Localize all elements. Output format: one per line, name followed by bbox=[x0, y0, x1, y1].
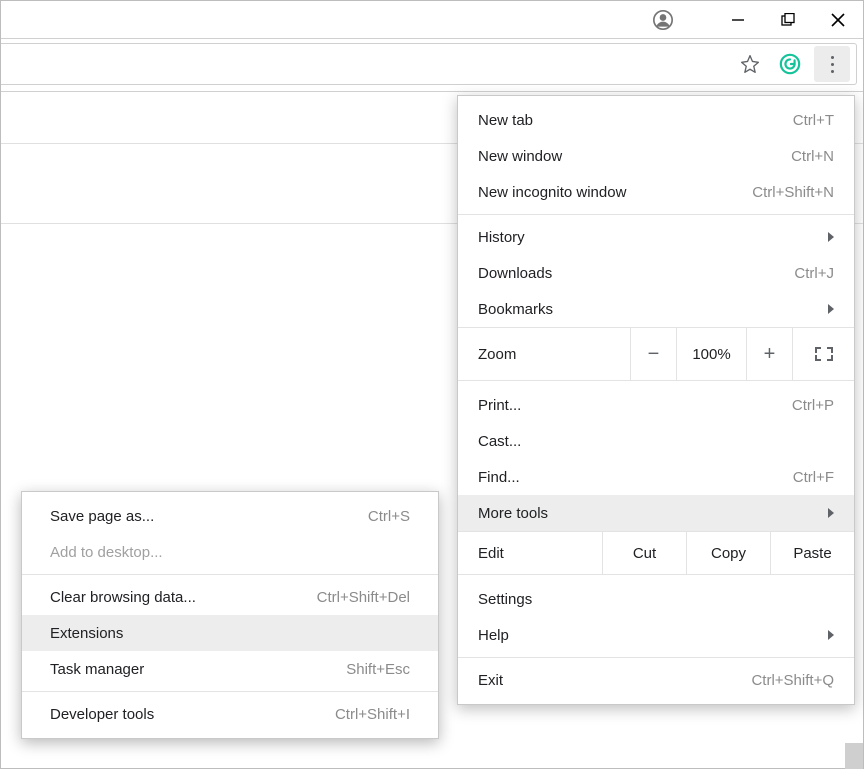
menu-item-shortcut: Ctrl+F bbox=[793, 469, 834, 486]
menu-item-shortcut: Shift+Esc bbox=[346, 661, 410, 678]
menu-item-shortcut: Ctrl+Shift+Del bbox=[317, 589, 410, 606]
menu-item-label: Cast... bbox=[478, 433, 834, 450]
submenu-arrow-icon bbox=[828, 630, 834, 640]
minimize-button[interactable] bbox=[713, 1, 763, 39]
menu-separator bbox=[458, 214, 854, 215]
grammarly-extension-icon[interactable] bbox=[772, 46, 808, 82]
menu-item-label: Add to desktop... bbox=[50, 544, 410, 561]
menu-item-shortcut: Ctrl+T bbox=[793, 112, 834, 129]
menu-item-shortcut: Ctrl+Shift+Q bbox=[751, 672, 834, 689]
menu-item-settings[interactable]: Settings bbox=[458, 581, 854, 617]
omnibox-row bbox=[1, 43, 857, 85]
menu-item-label: More tools bbox=[478, 505, 818, 522]
scrollbar-thumb[interactable] bbox=[845, 743, 863, 769]
menu-item-label: Save page as... bbox=[50, 508, 368, 525]
menu-item-label: Settings bbox=[478, 591, 834, 608]
menu-item-new-incognito[interactable]: New incognito window Ctrl+Shift+N bbox=[458, 174, 854, 210]
menu-item-label: Find... bbox=[478, 469, 793, 486]
menu-item-label: Exit bbox=[478, 672, 751, 689]
menu-item-bookmarks[interactable]: Bookmarks bbox=[458, 291, 854, 327]
submenu-arrow-icon bbox=[828, 508, 834, 518]
maximize-button[interactable] bbox=[763, 1, 813, 39]
menu-item-shortcut: Ctrl+Shift+N bbox=[752, 184, 834, 201]
zoom-in-button[interactable]: + bbox=[746, 328, 792, 380]
menu-item-exit[interactable]: Exit Ctrl+Shift+Q bbox=[458, 662, 854, 698]
menu-item-label: Task manager bbox=[50, 661, 346, 678]
menu-item-history[interactable]: History bbox=[458, 219, 854, 255]
menu-item-shortcut: Ctrl+N bbox=[791, 148, 834, 165]
menu-separator bbox=[22, 691, 438, 692]
submenu-item-task-manager[interactable]: Task manager Shift+Esc bbox=[22, 651, 438, 687]
menu-item-label: Bookmarks bbox=[478, 301, 818, 318]
menu-item-label: New window bbox=[478, 148, 791, 165]
menu-item-shortcut: Ctrl+J bbox=[794, 265, 834, 282]
profile-icon[interactable] bbox=[653, 10, 673, 30]
menu-edit-row: Edit Cut Copy Paste bbox=[458, 531, 854, 575]
menu-item-help[interactable]: Help bbox=[458, 617, 854, 653]
submenu-arrow-icon bbox=[828, 304, 834, 314]
zoom-value: 100% bbox=[676, 328, 746, 380]
menu-item-cast[interactable]: Cast... bbox=[458, 423, 854, 459]
bookmark-star-icon[interactable] bbox=[732, 46, 768, 82]
menu-item-label: New incognito window bbox=[478, 184, 752, 201]
submenu-item-clear-browsing[interactable]: Clear browsing data... Ctrl+Shift+Del bbox=[22, 579, 438, 615]
menu-item-new-window[interactable]: New window Ctrl+N bbox=[458, 138, 854, 174]
zoom-label: Zoom bbox=[458, 328, 630, 380]
menu-item-label: New tab bbox=[478, 112, 793, 129]
menu-item-shortcut: Ctrl+Shift+I bbox=[335, 706, 410, 723]
menu-separator bbox=[458, 657, 854, 658]
menu-item-downloads[interactable]: Downloads Ctrl+J bbox=[458, 255, 854, 291]
zoom-out-button[interactable]: − bbox=[630, 328, 676, 380]
submenu-item-add-desktop: Add to desktop... bbox=[22, 534, 438, 570]
edit-label: Edit bbox=[458, 532, 602, 574]
submenu-item-dev-tools[interactable]: Developer tools Ctrl+Shift+I bbox=[22, 696, 438, 732]
menu-item-label: History bbox=[478, 229, 818, 246]
menu-separator bbox=[22, 574, 438, 575]
window-titlebar bbox=[1, 1, 863, 39]
submenu-item-save-page[interactable]: Save page as... Ctrl+S bbox=[22, 498, 438, 534]
fullscreen-button[interactable] bbox=[792, 328, 854, 380]
more-vertical-icon bbox=[831, 54, 834, 75]
menu-item-print[interactable]: Print... Ctrl+P bbox=[458, 387, 854, 423]
menu-item-shortcut: Ctrl+P bbox=[792, 397, 834, 414]
menu-item-shortcut: Ctrl+S bbox=[368, 508, 410, 525]
chrome-menu-button[interactable] bbox=[814, 46, 850, 82]
close-button[interactable] bbox=[813, 1, 863, 39]
browser-toolbar bbox=[1, 43, 863, 92]
paste-button[interactable]: Paste bbox=[770, 532, 854, 574]
chrome-main-menu: New tab Ctrl+T New window Ctrl+N New inc… bbox=[457, 95, 855, 705]
menu-item-label: Extensions bbox=[50, 625, 410, 642]
menu-zoom-row: Zoom − 100% + bbox=[458, 327, 854, 381]
copy-button[interactable]: Copy bbox=[686, 532, 770, 574]
menu-item-label: Print... bbox=[478, 397, 792, 414]
menu-item-label: Downloads bbox=[478, 265, 794, 282]
menu-item-label: Clear browsing data... bbox=[50, 589, 317, 606]
cut-button[interactable]: Cut bbox=[602, 532, 686, 574]
menu-item-more-tools[interactable]: More tools bbox=[458, 495, 854, 531]
more-tools-submenu: Save page as... Ctrl+S Add to desktop...… bbox=[21, 491, 439, 739]
menu-item-find[interactable]: Find... Ctrl+F bbox=[458, 459, 854, 495]
fullscreen-icon bbox=[815, 347, 833, 361]
menu-item-new-tab[interactable]: New tab Ctrl+T bbox=[458, 102, 854, 138]
submenu-item-extensions[interactable]: Extensions bbox=[22, 615, 438, 651]
submenu-arrow-icon bbox=[828, 232, 834, 242]
menu-item-label: Help bbox=[478, 627, 818, 644]
menu-item-label: Developer tools bbox=[50, 706, 335, 723]
